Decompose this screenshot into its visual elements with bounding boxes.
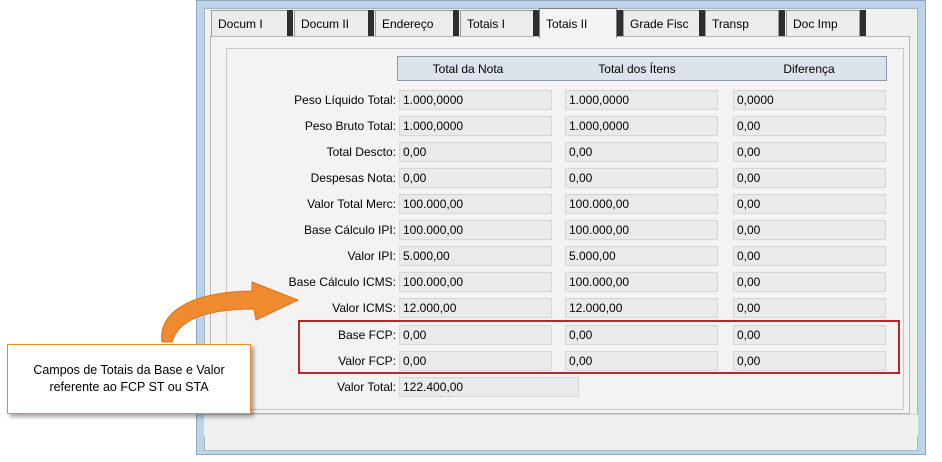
field-base-icms-itens[interactable]: 100.000,00	[565, 272, 718, 292]
field-peso-liquido-diferenca[interactable]: 0,0000	[733, 90, 886, 110]
tab-separator	[860, 10, 866, 36]
field-valor-icms-nota[interactable]: 12.000,00	[399, 298, 552, 318]
field-peso-liquido-nota[interactable]: 1.000,0000	[399, 90, 552, 110]
column-header-total-itens: Total dos Ítens	[598, 62, 676, 76]
tab-transp[interactable]: Transp	[705, 10, 779, 36]
fcp-highlight-box	[298, 320, 900, 374]
field-peso-bruto-itens[interactable]: 1.000,0000	[565, 116, 718, 136]
field-base-icms-diferenca[interactable]: 0,00	[733, 272, 886, 292]
tab-label: Totais I	[467, 16, 506, 31]
field-total-descto-itens[interactable]: 0,00	[565, 142, 718, 162]
tab-label: Transp	[712, 16, 749, 31]
tab-label: Doc Imp	[793, 16, 838, 31]
tab-separator	[287, 10, 293, 36]
field-valor-ipi-diferenca[interactable]: 0,00	[733, 246, 886, 266]
field-valor-icms-itens[interactable]: 12.000,00	[565, 298, 718, 318]
tab-label: Grade Fisc	[630, 16, 689, 31]
callout-text: Campos de Totais da Base e Valor referen…	[33, 363, 225, 394]
field-base-icms-nota[interactable]: 100.000,00	[399, 272, 552, 292]
row-label-despesas-nota: Despesas Nota:	[310, 171, 396, 185]
row-label-valor-ipi: Valor IPI:	[347, 249, 396, 263]
field-total-descto-diferenca[interactable]: 0,00	[733, 142, 886, 162]
field-peso-liquido-itens[interactable]: 1.000,0000	[565, 90, 718, 110]
tab-label: Docum I	[218, 16, 263, 31]
field-valor-total[interactable]: 122.400,00	[399, 377, 579, 397]
callout-note: Campos de Totais da Base e Valor referen…	[7, 344, 251, 414]
tab-separator	[453, 10, 459, 36]
field-valor-ipi-itens[interactable]: 5.000,00	[565, 246, 718, 266]
field-base-ipi-nota[interactable]: 100.000,00	[399, 220, 552, 240]
field-valor-icms-diferenca[interactable]: 0,00	[733, 298, 886, 318]
column-header-diferenca: Diferença	[783, 62, 835, 76]
tab-separator	[779, 10, 785, 36]
field-despesas-nota[interactable]: 0,00	[399, 168, 552, 188]
row-label-valor-total: Valor Total:	[337, 380, 396, 394]
field-peso-bruto-diferenca[interactable]: 0,00	[733, 116, 886, 136]
row-label-valor-total-merc: Valor Total Merc:	[307, 197, 396, 211]
field-despesas-diferenca[interactable]: 0,00	[733, 168, 886, 188]
window-bottom-bar	[204, 414, 918, 436]
tab-grade-fisc[interactable]: Grade Fisc	[623, 10, 701, 36]
field-base-ipi-itens[interactable]: 100.000,00	[565, 220, 718, 240]
tab-separator	[368, 10, 374, 36]
row-label-total-descto: Total Descto:	[326, 145, 396, 159]
tab-totais-i[interactable]: Totais I	[460, 10, 536, 36]
field-valor-total-merc-nota[interactable]: 100.000,00	[399, 194, 552, 214]
field-peso-bruto-nota[interactable]: 1.000,0000	[399, 116, 552, 136]
field-despesas-itens[interactable]: 0,00	[565, 168, 718, 188]
column-header-total-nota: Total da Nota	[432, 62, 504, 76]
tab-totais-ii[interactable]: Totais II	[539, 8, 617, 38]
tab-label: Totais II	[546, 16, 588, 31]
row-label-peso-bruto: Peso Bruto Total:	[304, 119, 396, 133]
tab-docum-ii[interactable]: Docum II	[294, 10, 370, 36]
row-label-valor-icms: Valor ICMS:	[332, 301, 396, 315]
tab-endereco[interactable]: Endereço	[375, 10, 455, 36]
row-label-base-calculo-ipi: Base Cálculo IPI:	[303, 223, 396, 237]
field-valor-total-merc-diferenca[interactable]: 0,00	[733, 194, 886, 214]
field-total-descto-nota[interactable]: 0,00	[399, 142, 552, 162]
field-valor-ipi-nota[interactable]: 5.000,00	[399, 246, 552, 266]
tab-doc-imp[interactable]: Doc Imp	[786, 10, 860, 36]
tab-label: Endereço	[382, 16, 434, 31]
row-label-peso-liquido: Peso Líquido Total:	[294, 93, 396, 107]
tab-label: Docum II	[301, 16, 350, 31]
field-base-ipi-diferenca[interactable]: 0,00	[733, 220, 886, 240]
callout-arrow-icon	[161, 281, 300, 343]
field-valor-total-merc-itens[interactable]: 100.000,00	[565, 194, 718, 214]
tab-docum-i[interactable]: Docum I	[211, 10, 289, 36]
